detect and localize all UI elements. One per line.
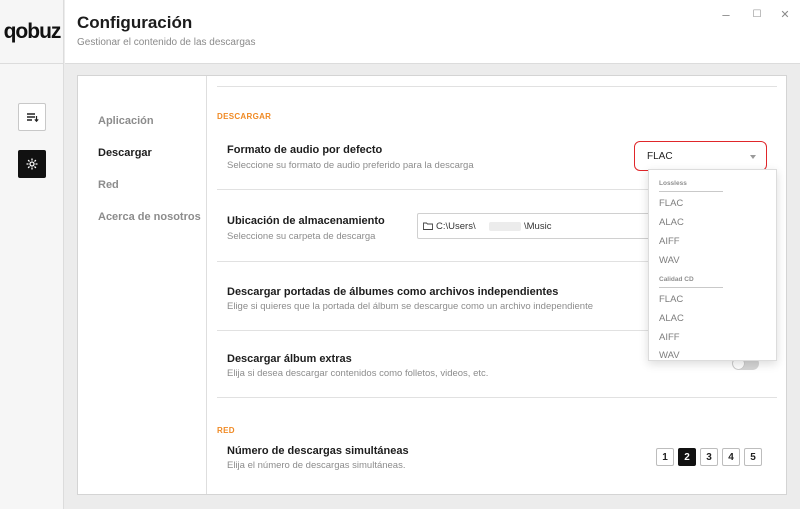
format-dropdown-menu: Lossless FLAC ALAC AIFF WAV Calidad CD F… xyxy=(648,169,777,361)
covers-title: Descargar portadas de álbumes como archi… xyxy=(227,286,559,298)
minimize-button[interactable]: – xyxy=(719,8,733,22)
path-prefix: C:\Users\ xyxy=(436,221,476,232)
divider xyxy=(217,397,777,398)
qobuz-logo: qobuz xyxy=(0,0,64,64)
page-title: Configuración xyxy=(77,13,193,32)
dropdown-option-lossless-flac[interactable]: FLAC xyxy=(659,198,683,209)
sidebar-rail: qobuz xyxy=(0,0,64,509)
concurrent-option-2[interactable]: 2 xyxy=(678,448,696,466)
concurrent-title: Número de descargas simultáneas xyxy=(227,445,409,457)
dropdown-option-cd-aiff[interactable]: AIFF xyxy=(659,332,680,343)
location-desc: Seleccione su carpeta de descarga xyxy=(227,231,376,242)
format-select-value: FLAC xyxy=(647,151,673,162)
extras-title: Descargar álbum extras xyxy=(227,353,352,365)
gear-icon xyxy=(26,158,38,170)
dropdown-option-cd-flac[interactable]: FLAC xyxy=(659,294,683,305)
page-subtitle: Gestionar el contenido de las descargas xyxy=(77,37,256,48)
dropdown-group-divider xyxy=(659,191,723,192)
downloads-button[interactable] xyxy=(18,103,46,131)
dropdown-option-lossless-wav[interactable]: WAV xyxy=(659,255,680,266)
dropdown-option-lossless-aiff[interactable]: AIFF xyxy=(659,236,680,247)
close-button[interactable]: ✕ xyxy=(778,8,792,22)
nav-item-red[interactable]: Red xyxy=(98,179,119,191)
dropdown-group-divider xyxy=(659,287,723,288)
nav-item-aplicacion[interactable]: Aplicación xyxy=(98,115,154,127)
concurrent-option-3[interactable]: 3 xyxy=(700,448,718,466)
concurrent-option-4[interactable]: 4 xyxy=(722,448,740,466)
section-label-red: RED xyxy=(217,426,235,435)
download-path-field[interactable]: C:\Users\ \Music xyxy=(417,213,652,239)
dropdown-group-lossless: Lossless xyxy=(659,180,687,187)
dropdown-option-cd-alac[interactable]: ALAC xyxy=(659,313,684,324)
folder-icon xyxy=(423,222,433,230)
extras-desc: Elija si desea descargar contenidos como… xyxy=(227,368,489,379)
chevron-down-icon xyxy=(750,155,756,159)
redacted-username xyxy=(489,222,521,231)
concurrent-option-1[interactable]: 1 xyxy=(656,448,674,466)
nav-item-descargar[interactable]: Descargar xyxy=(98,147,152,159)
path-suffix: \Music xyxy=(524,221,552,232)
format-title: Formato de audio por defecto xyxy=(227,144,383,156)
maximize-button[interactable]: ☐ xyxy=(750,8,764,22)
download-list-icon xyxy=(26,112,39,122)
dropdown-option-lossless-alac[interactable]: ALAC xyxy=(659,217,684,228)
format-desc: Seleccione su formato de audio preferido… xyxy=(227,160,474,171)
divider xyxy=(217,86,777,87)
concurrent-option-5[interactable]: 5 xyxy=(744,448,762,466)
settings-button[interactable] xyxy=(18,150,46,178)
dropdown-group-cd: Calidad CD xyxy=(659,276,694,283)
dropdown-option-cd-wav[interactable]: WAV xyxy=(659,350,680,360)
format-select[interactable]: FLAC xyxy=(634,141,767,171)
header: Configuración Gestionar el contenido de … xyxy=(65,0,800,64)
covers-desc: Elige si quieres que la portada del álbu… xyxy=(227,301,593,312)
section-label-descargar: DESCARGAR xyxy=(217,112,272,121)
nav-item-acerca[interactable]: Acerca de nosotros xyxy=(98,211,201,223)
concurrent-desc: Elija el número de descargas simultáneas… xyxy=(227,460,406,471)
location-title: Ubicación de almacenamiento xyxy=(227,215,385,227)
